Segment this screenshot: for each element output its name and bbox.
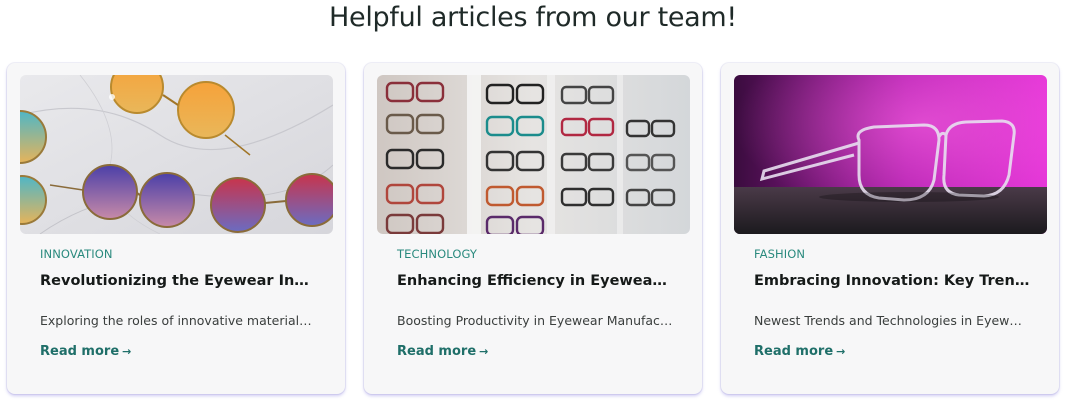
read-more-label: Read more [40,344,120,359]
article-category: INNOVATION [40,247,113,261]
article-excerpt: Boosting Productivity in Eyewear Manufac… [397,313,673,328]
article-card[interactable]: INNOVATION Revolutionizing the Eyewear I… [7,63,345,394]
article-image-clear-glasses[interactable] [734,75,1047,234]
article-excerpt: Newest Trends and Technologies in Eyew… [754,313,1022,328]
read-more-link[interactable]: Read more → [754,344,845,359]
article-title[interactable]: Embracing Innovation: Key Trends Sh… [754,273,1030,289]
read-more-label: Read more [397,344,477,359]
article-card[interactable]: TECHNOLOGY Enhancing Efficiency in Eyewe… [364,63,702,394]
read-more-label: Read more [754,344,834,359]
arrow-right-icon: → [836,345,846,358]
article-title[interactable]: Revolutionizing the Eyewear Industry:… [40,273,316,289]
article-category: TECHNOLOGY [397,247,478,261]
arrow-right-icon: → [479,345,489,358]
article-image-display-wall[interactable] [377,75,690,234]
article-category: FASHION [754,247,806,261]
read-more-link[interactable]: Read more → [40,344,131,359]
sunglasses-image [20,75,333,234]
arrow-right-icon: → [122,345,132,358]
article-title[interactable]: Enhancing Efficiency in Eyewear Man… [397,273,673,289]
eyeglasses-display-image [377,75,690,234]
article-excerpt: Exploring the roles of innovative materi… [40,313,316,328]
article-image-sunglasses[interactable] [20,75,333,234]
read-more-link[interactable]: Read more → [397,344,488,359]
article-card[interactable]: FASHION Embracing Innovation: Key Trends… [721,63,1059,394]
clear-glasses-image [734,75,1047,234]
section-title: Helpful articles from our team! [329,2,737,33]
